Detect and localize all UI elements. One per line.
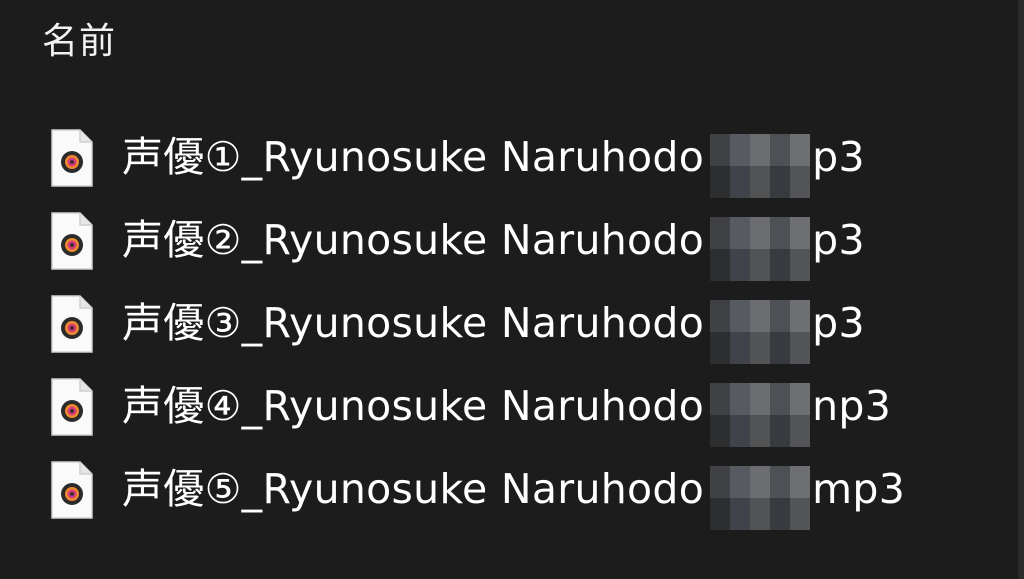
redacted-area [710, 217, 811, 281]
file-name-text: 声優②_Ryunosuke Naruhodo [122, 216, 705, 264]
audio-file-icon [50, 211, 94, 271]
file-row[interactable]: 声優①_Ryunosuke Naruhodo p3 [50, 116, 905, 199]
file-extension: np3 [812, 382, 892, 430]
file-row[interactable]: 声優②_Ryunosuke Naruhodo p3 [50, 199, 905, 282]
file-name-text: 声優①_Ryunosuke Naruhodo [122, 133, 705, 181]
file-row[interactable]: 声優⑤_Ryunosuke Naruhodo mp3 [50, 448, 905, 531]
file-extension: p3 [812, 216, 865, 264]
file-name: 声優④_Ryunosuke Naruhodo np3 [122, 372, 892, 447]
file-list: 声優①_Ryunosuke Naruhodo p3 声優②_Ryunosuke N… [50, 116, 905, 531]
audio-file-icon [50, 377, 94, 437]
audio-file-icon [50, 294, 94, 354]
file-name: 声優①_Ryunosuke Naruhodo p3 [122, 123, 865, 198]
file-name: 声優②_Ryunosuke Naruhodo p3 [122, 206, 865, 281]
file-name: 声優⑤_Ryunosuke Naruhodo mp3 [122, 455, 906, 530]
column-header-name[interactable]: 名前 [42, 12, 116, 64]
file-extension: p3 [812, 299, 865, 347]
file-name-text: 声優④_Ryunosuke Naruhodo [122, 382, 705, 430]
file-explorer-pane: 名前 声優①_Ryunosuke Naruhodo p3 声優②_Ryunosu… [0, 0, 1024, 579]
file-name-text: 声優③_Ryunosuke Naruhodo [122, 299, 705, 347]
file-name: 声優③_Ryunosuke Naruhodo p3 [122, 289, 865, 364]
file-name-text: 声優⑤_Ryunosuke Naruhodo [122, 465, 705, 513]
audio-file-icon [50, 128, 94, 188]
redacted-area [710, 134, 811, 198]
file-extension: p3 [812, 133, 865, 181]
file-row[interactable]: 声優③_Ryunosuke Naruhodo p3 [50, 282, 905, 365]
redacted-area [710, 383, 811, 447]
audio-file-icon [50, 460, 94, 520]
file-extension: mp3 [812, 465, 906, 513]
redacted-area [710, 300, 811, 364]
file-row[interactable]: 声優④_Ryunosuke Naruhodo np3 [50, 365, 905, 448]
redacted-area [710, 466, 811, 530]
